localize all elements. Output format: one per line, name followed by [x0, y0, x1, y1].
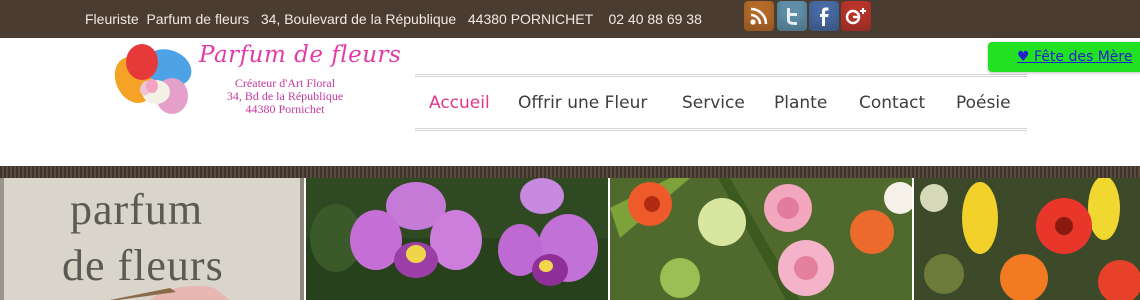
rss-icon-graphic: [750, 7, 768, 25]
nav-item-service[interactable]: Service: [682, 93, 745, 113]
fete-des-meres-button[interactable]: ♥ Fête des Mère: [988, 42, 1140, 72]
logo-address: Créateur d'Art Floral 34, Bd de la Répub…: [205, 77, 365, 116]
nav-item-offrir-une-fleur[interactable]: Offrir une Fleur: [518, 93, 647, 113]
google-plus-icon[interactable]: [841, 1, 871, 31]
logo-script-title[interactable]: Parfum de fleurs: [199, 42, 401, 68]
rss-icon[interactable]: [744, 1, 774, 31]
facebook-icon-graphic: [820, 7, 829, 26]
fete-des-meres-link[interactable]: ♥ Fête des Mère: [1017, 49, 1132, 65]
nav-item-contact[interactable]: Contact: [859, 93, 925, 113]
top-bar: Fleuriste Parfum de fleurs 34, Boulevard…: [0, 0, 1140, 38]
logo-flower-image[interactable]: [112, 40, 196, 120]
logo-city: 44380 Pornichet: [245, 102, 325, 116]
nav-item-plante[interactable]: Plante: [774, 93, 827, 113]
gallery-tile-roses: [610, 178, 912, 300]
main-nav: Accueil Offrir une Fleur Service Plante …: [415, 74, 1027, 131]
gallery-tile-bouquet: [914, 178, 1140, 300]
facebook-icon[interactable]: [809, 1, 839, 31]
nav-item-accueil[interactable]: Accueil: [429, 93, 490, 113]
tile-text-de-fleurs: de fleurs: [62, 241, 224, 290]
contact-info: Fleuriste Parfum de fleurs 34, Boulevard…: [85, 11, 702, 27]
tile-text-parfum: parfum: [70, 185, 204, 234]
divider-band: [0, 166, 1140, 178]
gallery-tile-orchids: [306, 178, 608, 300]
twitter-icon[interactable]: [777, 1, 807, 31]
google-plus-icon-graphic: [845, 8, 866, 25]
nav-item-poesie[interactable]: Poésie: [956, 93, 1011, 113]
twitter-icon-graphic: [787, 8, 797, 25]
